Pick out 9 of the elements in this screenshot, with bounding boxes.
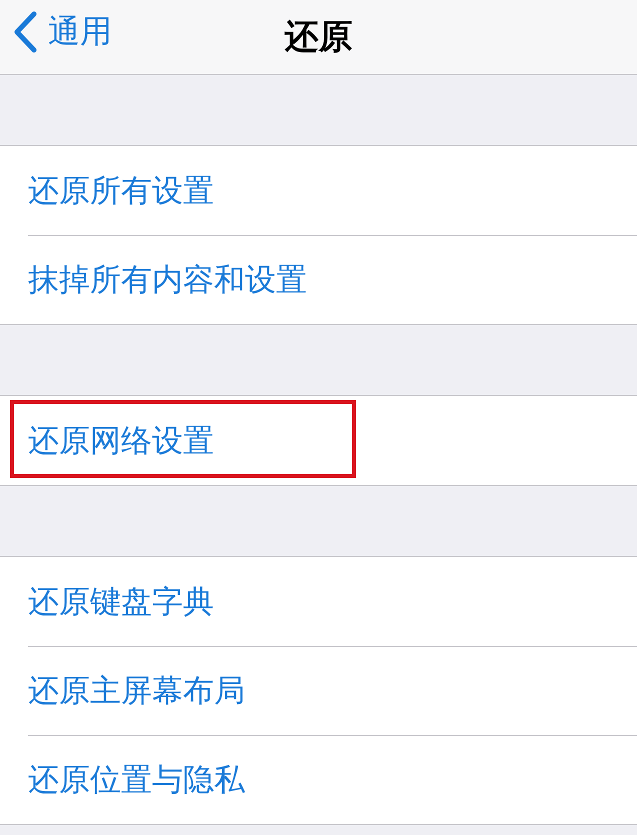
settings-row[interactable]: 还原网络设置 bbox=[0, 396, 637, 485]
chevron-left-icon bbox=[12, 11, 38, 53]
settings-row[interactable]: 还原键盘字典 bbox=[0, 557, 637, 646]
settings-row[interactable]: 还原位置与隐私 bbox=[0, 735, 637, 824]
settings-row[interactable]: 还原所有设置 bbox=[0, 146, 637, 235]
back-button[interactable]: 通用 bbox=[12, 10, 112, 54]
settings-row[interactable]: 还原主屏幕布局 bbox=[0, 646, 637, 735]
page-title: 还原 bbox=[284, 16, 352, 59]
settings-row[interactable]: 抹掉所有内容和设置 bbox=[0, 235, 637, 324]
